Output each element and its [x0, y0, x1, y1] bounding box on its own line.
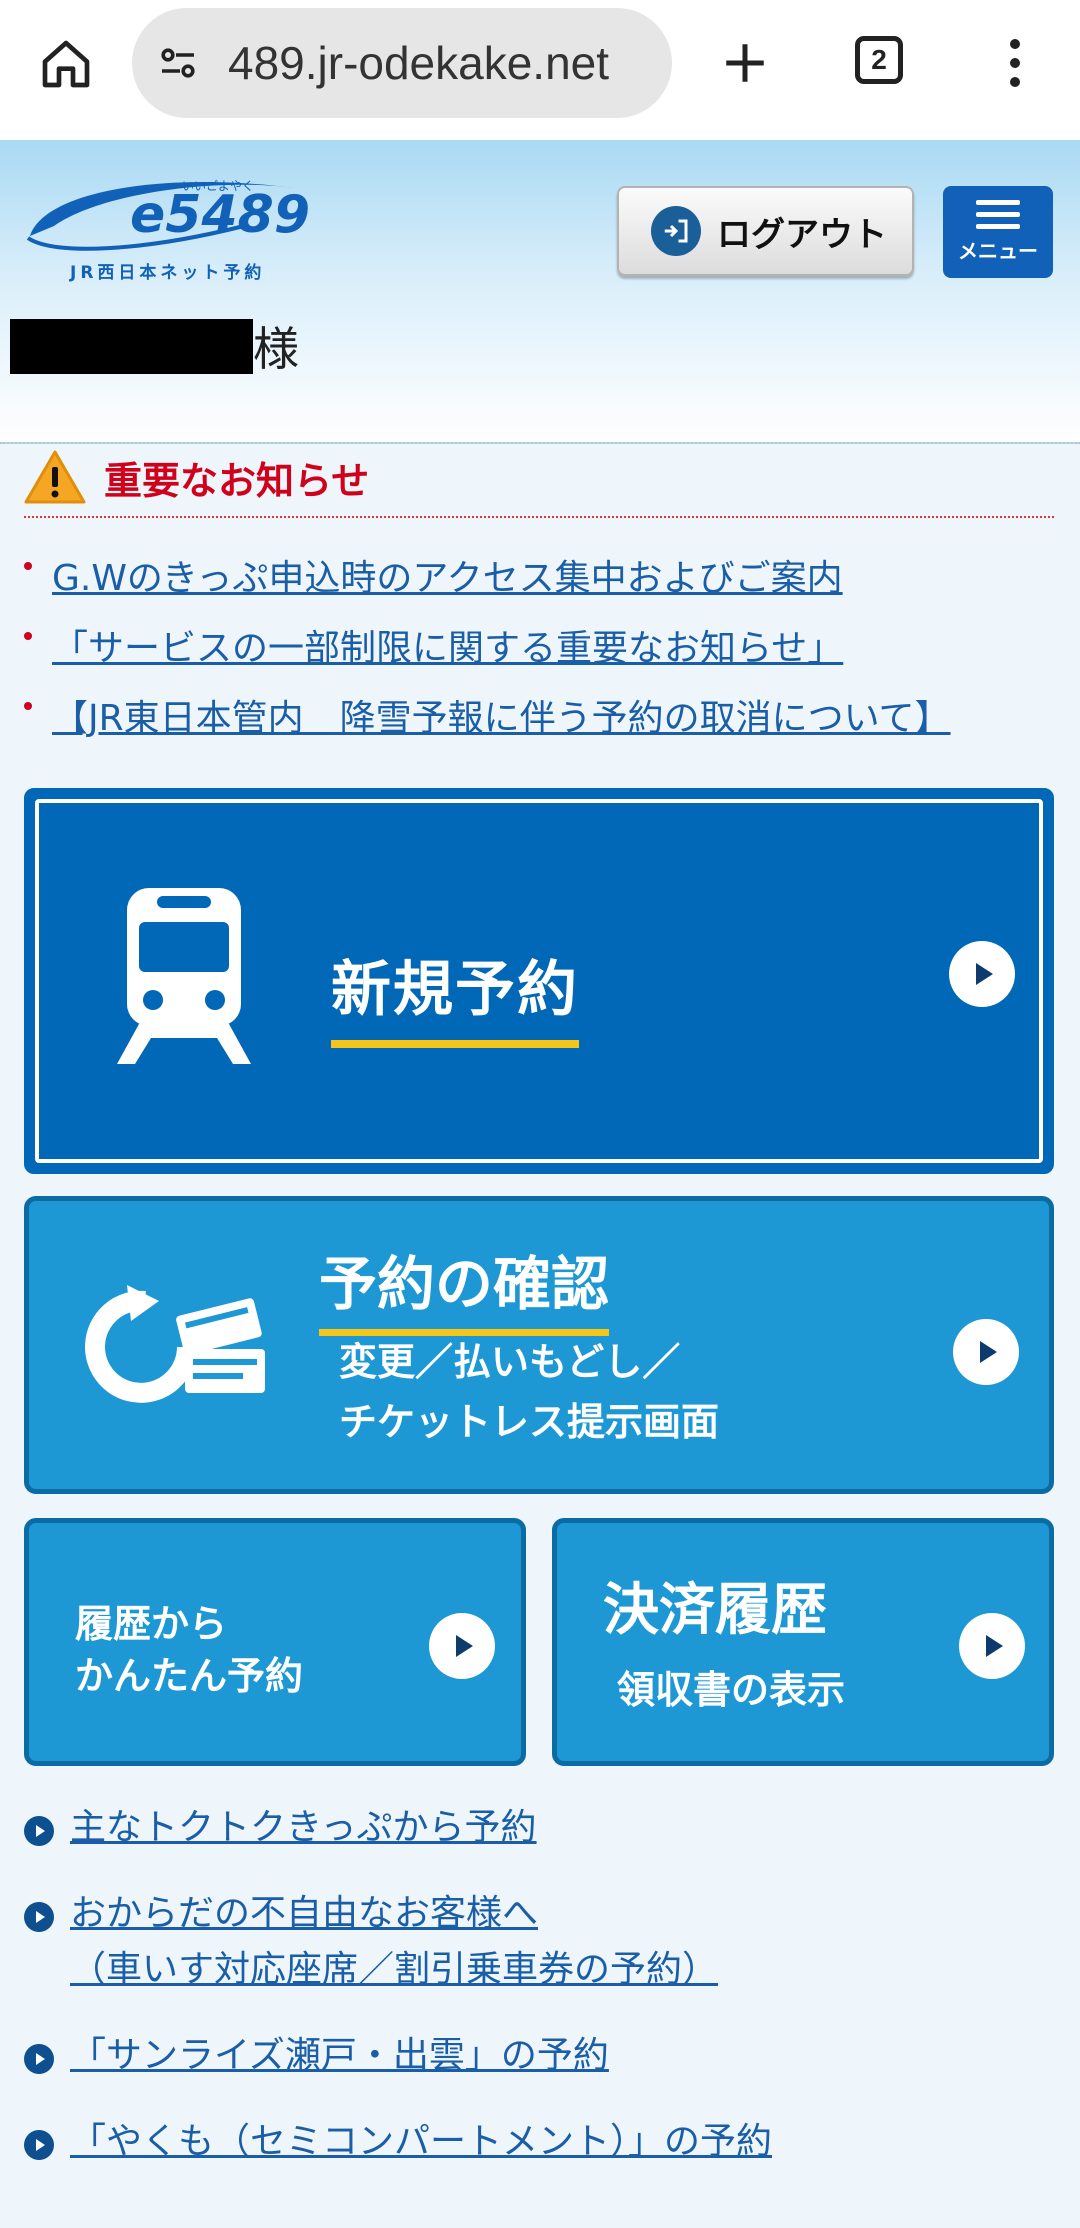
link-item: 主なトクトクきっぷから予約 [24, 1800, 1064, 1856]
reservation-links: 主なトクトクきっぷから予約 おからだの不自由なお客様へ （車いす対応座席／割引乗… [24, 1800, 1064, 2200]
link-item: 「サンライズ瀬戸・出雲」の予約 [24, 2028, 1064, 2084]
confirm-subtitle-2: チケットレス提示画面 [339, 1400, 720, 1444]
payment-history-button[interactable]: 決済履歴 領収書の表示 [552, 1518, 1054, 1766]
confirm-subtitle-1: 変更／払いもどし／ [339, 1340, 681, 1384]
play-arrow-icon [429, 1613, 495, 1679]
address-bar[interactable]: 489.jr-odekake.net [132, 8, 672, 118]
sunrise-seto-izumo-link[interactable]: 「サンライズ瀬戸・出雲」の予約 [70, 2035, 609, 2076]
site-header: e5489 いいごよやく JR西日本ネット予約 ログアウト メニュー 様 [0, 140, 1080, 444]
notice-list: G.Wのきっぷ申込時のアクセス集中およびご案内 「サービスの一部制限に関する重要… [24, 540, 1064, 750]
history-quick-reservation-button[interactable]: 履歴から かんたん予約 [24, 1518, 526, 1766]
more-options-icon[interactable] [985, 30, 1045, 96]
chevron-circle-icon [24, 2044, 54, 2074]
play-arrow-icon [949, 941, 1015, 1007]
refresh-ticket-icon [85, 1285, 265, 1403]
logo-subtitle: JR西日本ネット予約 [69, 262, 265, 283]
notice-item: 「サービスの一部制限に関する重要なお知らせ」 [24, 610, 1064, 680]
receipt-display-label: 領収書の表示 [617, 1668, 846, 1712]
menu-label: メニュー [958, 239, 1038, 263]
history-label-line1: 履歴から [75, 1602, 228, 1646]
notice-link-snow[interactable]: 【JR東日本管内 降雪予報に伴う予約の取消について】 [52, 689, 951, 741]
e5489-logo[interactable]: e5489 いいごよやく JR西日本ネット予約 [24, 166, 314, 286]
new-reservation-button[interactable]: 新規予約 [24, 788, 1054, 1174]
play-arrow-icon [953, 1319, 1019, 1385]
tab-switcher-button[interactable]: 2 [855, 36, 903, 84]
notice-title: 重要なお知らせ [104, 458, 370, 503]
history-label-line2: かんたん予約 [75, 1654, 304, 1698]
accessibility-link-sub[interactable]: （車いす対応座席／割引乗車券の予約） [70, 1949, 718, 1990]
logout-icon [651, 206, 701, 256]
honorific: 様 [253, 322, 299, 376]
new-reservation-title: 新規予約 [331, 941, 579, 1048]
confirm-reservation-title: 予約の確認 [319, 1237, 610, 1336]
chevron-circle-icon [24, 1902, 54, 1932]
notice-link-service-limit[interactable]: 「サービスの一部制限に関する重要なお知らせ」 [52, 619, 843, 671]
site-settings-icon[interactable] [150, 35, 206, 91]
bullet-icon [24, 562, 32, 570]
new-tab-icon[interactable] [712, 30, 778, 96]
logout-button[interactable]: ログアウト [617, 186, 914, 276]
notice-link-gw[interactable]: G.Wのきっぷ申込時のアクセス集中およびご案内 [52, 549, 843, 601]
notice-item: 【JR東日本管内 降雪予報に伴う予約の取消について】 [24, 680, 1064, 750]
redacted-username [10, 318, 253, 374]
menu-button[interactable]: メニュー [943, 186, 1053, 278]
chevron-circle-icon [24, 2130, 54, 2160]
discount-ticket-link[interactable]: 主なトクトクきっぷから予約 [70, 1807, 537, 1848]
hamburger-icon [976, 200, 1020, 229]
bullet-icon [24, 632, 32, 640]
play-arrow-icon [959, 1613, 1025, 1679]
logo-ruby: いいごよやく [182, 178, 254, 193]
home-icon[interactable] [30, 28, 102, 100]
url-text[interactable]: 489.jr-odekake.net [228, 36, 609, 90]
yakumo-semi-compartment-link[interactable]: 「やくも（セミコンパートメント）」の予約 [70, 2121, 772, 2162]
logo-wordmark: e5489 [130, 185, 310, 245]
logout-label: ログアウト [717, 214, 887, 255]
warning-icon [24, 450, 86, 504]
payment-history-title: 決済履歴 [603, 1578, 827, 1643]
notice-item: G.Wのきっぷ申込時のアクセス集中およびご案内 [24, 540, 1064, 610]
accessibility-link[interactable]: おからだの不自由なお客様へ [70, 1893, 538, 1934]
train-icon [117, 888, 251, 1064]
user-greeting: 様 [10, 318, 299, 376]
chevron-circle-icon [24, 1816, 54, 1846]
bullet-icon [24, 702, 32, 710]
confirm-reservation-button[interactable]: 予約の確認 変更／払いもどし／ チケットレス提示画面 [24, 1196, 1054, 1494]
link-item: 「やくも（セミコンパートメント）」の予約 [24, 2114, 1064, 2170]
link-item: おからだの不自由なお客様へ （車いす対応座席／割引乗車券の予約） [24, 1886, 1064, 1998]
important-notice-header: 重要なお知らせ [24, 438, 1054, 518]
browser-toolbar: 489.jr-odekake.net 2 [0, 0, 1080, 141]
